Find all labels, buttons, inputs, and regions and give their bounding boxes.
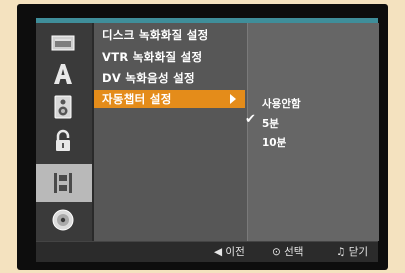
chevron-right-icon — [230, 94, 236, 104]
hint-close: ♫ 닫기 — [336, 246, 369, 258]
hint-back: ◀ 이전 — [214, 246, 245, 258]
column-divider — [92, 23, 94, 241]
option-10min[interactable]: 10분 — [262, 135, 286, 150]
submenu-panel — [247, 23, 379, 241]
lock-icon[interactable] — [42, 128, 84, 154]
menu-item-auto-chapter-label: 자동챕터 설정 — [102, 92, 172, 106]
disc-icon[interactable] — [42, 207, 84, 233]
menu-item-disc-quality[interactable]: 디스크 녹화화질 설정 — [102, 27, 209, 43]
film-icon[interactable] — [42, 170, 84, 196]
checkmark-icon: ✔ — [245, 112, 256, 127]
disc-tray-icon[interactable] — [42, 30, 84, 56]
menu-item-dv-audio[interactable]: DV 녹화음성 설정 — [102, 70, 195, 86]
menu-item-vtr-quality[interactable]: VTR 녹화화질 설정 — [102, 49, 202, 65]
speaker-icon[interactable] — [42, 94, 84, 120]
menu-item-auto-chapter[interactable]: 자동챕터 설정 — [94, 90, 245, 108]
option-5min[interactable]: 5분 — [262, 116, 279, 131]
hint-select: ⊙ 선택 — [272, 246, 304, 258]
option-off[interactable]: 사용안함 — [262, 96, 301, 111]
font-a-icon[interactable] — [42, 61, 84, 87]
navigation-hint-bar — [36, 241, 378, 262]
